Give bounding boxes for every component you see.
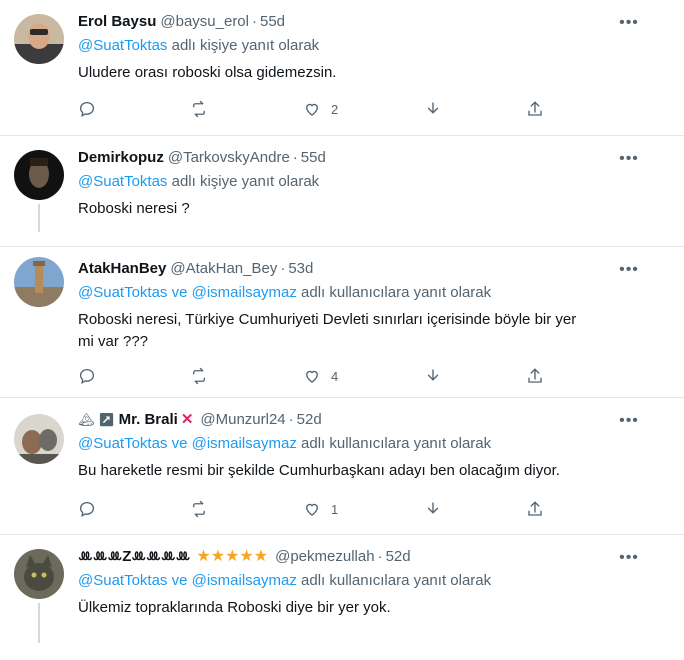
reply-context: @SuatToktas adlı kişiye yanıt olarak: [78, 37, 320, 54]
download-button[interactable]: [424, 365, 442, 387]
heart-icon: [306, 370, 318, 383]
more-options-icon[interactable]: •••: [618, 413, 640, 434]
timestamp[interactable]: 52d: [297, 410, 322, 430]
author-handle[interactable]: @pekmezullah: [275, 547, 374, 567]
like-button[interactable]: 4: [303, 365, 338, 387]
tweet-text-line: Roboski neresi, Türkiye Cumhuriyeti Devl…: [78, 311, 577, 328]
author-name[interactable]: Erol Baysu: [78, 12, 156, 32]
avatar[interactable]: [14, 549, 64, 599]
download-button[interactable]: [424, 98, 442, 120]
author-handle[interactable]: @TarkovskyAndre: [168, 148, 290, 168]
author-name[interactable]: AtakHanBey: [78, 259, 166, 279]
tweet-demirkopuz[interactable]: Demirkopuz @TarkovskyAndre · 55d @SuatTo…: [0, 136, 684, 246]
like-button[interactable]: 2: [303, 98, 338, 120]
more-options-icon[interactable]: •••: [618, 550, 640, 571]
tweet-text-line: mi var ???: [78, 333, 149, 350]
timestamp[interactable]: 55d: [301, 148, 326, 168]
reply-button[interactable]: [78, 98, 96, 120]
share-button[interactable]: [526, 365, 544, 387]
tweet-actions: 4: [78, 365, 558, 387]
author-name[interactable]: Mr. Brali: [119, 410, 178, 430]
star-emoji-icon: ★★★★★: [196, 548, 269, 565]
retweet-button[interactable]: [190, 498, 208, 520]
heart-icon: [306, 503, 318, 516]
mention-link[interactable]: @SuatToktas: [78, 173, 167, 190]
thread-line: [38, 603, 40, 643]
reply-icon: [79, 368, 95, 385]
author-handle[interactable]: @AtakHan_Bey: [170, 259, 277, 279]
reply-icon: [79, 101, 95, 118]
timestamp[interactable]: 52d: [386, 547, 411, 567]
author-handle[interactable]: @Munzurl24: [200, 410, 285, 430]
author-name[interactable]: Demirkopuz: [78, 148, 164, 168]
tweet-header: Erol Baysu @baysu_erol · 55d: [78, 12, 286, 32]
timestamp[interactable]: 53d: [288, 259, 313, 279]
tweet-header: 🏔 ↗ Mr. Brali ✕ @Munzurl24 · 52d: [78, 410, 322, 430]
reply-context: @SuatToktas ve @ismailsaymaz adlı kullan…: [78, 572, 492, 589]
tweet-header: ꔛ͏ꔛꔛ͏Zꔛꔛꔛ͏ꔛ ★★★★★ @pekmezullah · 52d: [78, 547, 411, 567]
name-emoji-icon: 🏔 ↗: [78, 412, 115, 427]
tweet-header: AtakHanBey @AtakHan_Bey · 53d: [78, 259, 314, 279]
retweet-button[interactable]: [190, 365, 208, 387]
tweet-actions: 1: [78, 498, 558, 520]
like-count: 4: [331, 368, 339, 384]
like-count: 1: [331, 501, 339, 517]
avatar[interactable]: [14, 14, 64, 64]
tweet-atakhanbey[interactable]: AtakHanBey @AtakHan_Bey · 53d @SuatTokta…: [0, 247, 684, 397]
more-options-icon[interactable]: •••: [618, 262, 640, 283]
tweet-text: Ülkemiz topraklarında Roboski diye bir y…: [78, 599, 391, 616]
reply-icon: [79, 501, 95, 518]
mention-link[interactable]: @SuatToktas ve @ismailsaymaz: [78, 572, 297, 589]
reply-context: @SuatToktas ve @ismailsaymaz adlı kullan…: [78, 284, 492, 301]
download-icon: [427, 369, 439, 381]
reply-context: @SuatToktas adlı kişiye yanıt olarak: [78, 173, 320, 190]
tweet-erol-baysu[interactable]: Erol Baysu @baysu_erol · 55d @SuatToktas…: [0, 0, 684, 135]
retweet-button[interactable]: [190, 98, 208, 120]
like-count: 2: [331, 101, 339, 117]
reply-context: @SuatToktas ve @ismailsaymaz adlı kullan…: [78, 435, 492, 452]
tweet-mr-brali[interactable]: 🏔 ↗ Mr. Brali ✕ @Munzurl24 · 52d @SuatTo…: [0, 398, 684, 534]
heart-icon: [306, 103, 318, 116]
more-options-icon[interactable]: •••: [618, 151, 640, 172]
retweet-icon: [193, 100, 205, 118]
share-button[interactable]: [526, 98, 544, 120]
retweet-icon: [193, 500, 205, 518]
author-handle[interactable]: @baysu_erol: [160, 12, 249, 32]
share-icon: [528, 101, 542, 116]
tweet-text: Uludere orası roboski olsa gidemezsin.: [78, 64, 337, 81]
timestamp[interactable]: 55d: [260, 12, 285, 32]
mention-link[interactable]: @SuatToktas ve @ismailsaymaz: [78, 435, 297, 452]
download-icon: [427, 502, 439, 514]
tweet-actions: 2: [78, 98, 558, 120]
mention-link[interactable]: @SuatToktas ve @ismailsaymaz: [78, 284, 297, 301]
share-icon: [528, 368, 542, 383]
mention-link[interactable]: @SuatToktas: [78, 37, 167, 54]
reply-button[interactable]: [78, 498, 96, 520]
avatar[interactable]: [14, 150, 64, 200]
tweet-text: Roboski neresi ?: [78, 200, 190, 217]
thread-line: [38, 204, 40, 232]
tweet-header: Demirkopuz @TarkovskyAndre · 55d: [78, 148, 326, 168]
author-name[interactable]: ꔛ͏ꔛꔛ͏Zꔛꔛꔛ͏ꔛ: [78, 547, 190, 567]
share-icon: [528, 501, 542, 516]
avatar[interactable]: [14, 257, 64, 307]
tweet-pekmezullah[interactable]: ꔛ͏ꔛꔛ͏Zꔛꔛꔛ͏ꔛ ★★★★★ @pekmezullah · 52d @Su…: [0, 535, 684, 660]
tweet-text: Bu hareketle resmi bir şekilde Cumhurbaş…: [78, 462, 560, 479]
like-button[interactable]: 1: [303, 498, 338, 520]
avatar[interactable]: [14, 414, 64, 464]
more-options-icon[interactable]: •••: [618, 15, 640, 36]
retweet-icon: [193, 367, 205, 385]
x-emoji-icon: ✕: [180, 411, 194, 428]
download-icon: [427, 102, 439, 114]
share-button[interactable]: [526, 498, 544, 520]
tweet-text: Roboski neresi, Türkiye Cumhuriyeti Devl…: [78, 309, 654, 353]
reply-button[interactable]: [78, 365, 96, 387]
download-button[interactable]: [424, 498, 442, 520]
